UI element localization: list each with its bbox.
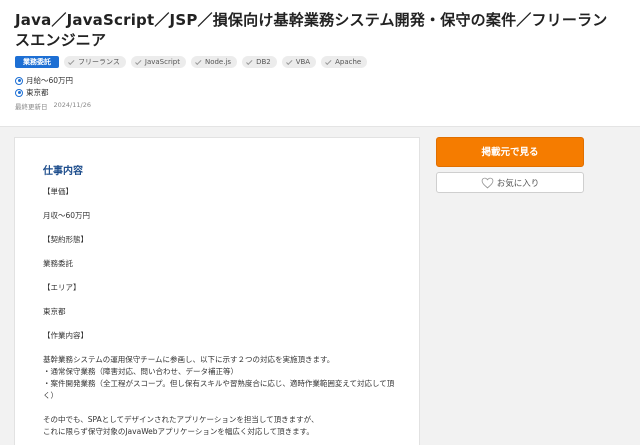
job-detail-card: 仕事内容 【単価】 月収～60万円 【契約形態】 業務委託 【エリア】 東京都 … <box>14 137 420 445</box>
job-header: Java／JavaScript／JSP／損保向け基幹業務システム開発・保守の案件… <box>0 0 640 127</box>
updated-value: 2024/11/26 <box>53 101 91 109</box>
contract-type-badge: 業務委託 <box>15 56 59 68</box>
view-source-button[interactable]: 掲載元で見る <box>436 137 584 167</box>
tag-item[interactable]: Node.js <box>190 56 238 68</box>
heart-icon <box>481 177 494 188</box>
tag-label: JavaScript <box>144 58 180 66</box>
check-icon <box>246 58 253 65</box>
description-paragraph: 基幹業務システムの運用保守チームに参画し、以下に示す２つの対応を実施頂きます。 … <box>43 355 395 400</box>
tag-label: Apache <box>335 58 362 66</box>
salary-row: 月給～60万円 <box>15 75 73 86</box>
job-title: Java／JavaScript／JSP／損保向け基幹業務システム開発・保守の案件… <box>15 11 608 49</box>
location-text: 東京都 <box>26 88 49 97</box>
location-row: 東京都 <box>15 87 49 98</box>
check-icon <box>195 58 202 65</box>
description-paragraph: 【単価】 <box>43 187 73 196</box>
tag-label: Node.js <box>204 58 232 66</box>
description-paragraph: 業務委託 <box>43 259 73 268</box>
section-title: 仕事内容 <box>43 166 83 177</box>
description-paragraph: 月収～60万円 <box>43 211 91 220</box>
pin-icon <box>15 76 23 85</box>
pin-icon <box>15 88 23 97</box>
favorite-label: お気に入り <box>496 178 540 189</box>
tag-item[interactable]: VBA <box>281 56 317 68</box>
tag-label: DB2 <box>256 58 271 66</box>
check-icon <box>325 58 332 65</box>
tag-item[interactable]: DB2 <box>242 56 277 68</box>
tag-item[interactable]: JavaScript <box>130 56 186 68</box>
updated-label: 最終更新日 <box>15 103 48 111</box>
tag-label: VBA <box>295 58 311 66</box>
check-icon <box>285 58 293 65</box>
salary-text: 月給～60万円 <box>26 76 74 85</box>
tag-item[interactable]: フリーランス <box>64 56 126 68</box>
check-icon <box>68 58 75 65</box>
description-paragraph: 東京都 <box>43 307 66 316</box>
description-paragraph: 【契約形態】 <box>43 235 88 244</box>
favorite-button[interactable]: お気に入り <box>436 172 584 193</box>
job-description: 【単価】 月収～60万円 【契約形態】 業務委託 【エリア】 東京都 【作業内容… <box>43 186 403 438</box>
description-paragraph: その中でも、SPAとしてデザインされたアプリケーションを担当して頂きますが、 こ… <box>43 415 319 436</box>
check-icon <box>134 58 142 65</box>
tag-label: フリーランス <box>78 58 120 66</box>
tag-list: 業務委託 フリーランス JavaScript Node.js DB2 VBA A… <box>15 56 368 68</box>
tag-item[interactable]: Apache <box>321 56 368 68</box>
description-paragraph: 【作業内容】 <box>43 331 88 340</box>
description-paragraph: 【エリア】 <box>43 283 81 292</box>
updated-date: 最終更新日 2024/11/26 <box>15 101 91 111</box>
